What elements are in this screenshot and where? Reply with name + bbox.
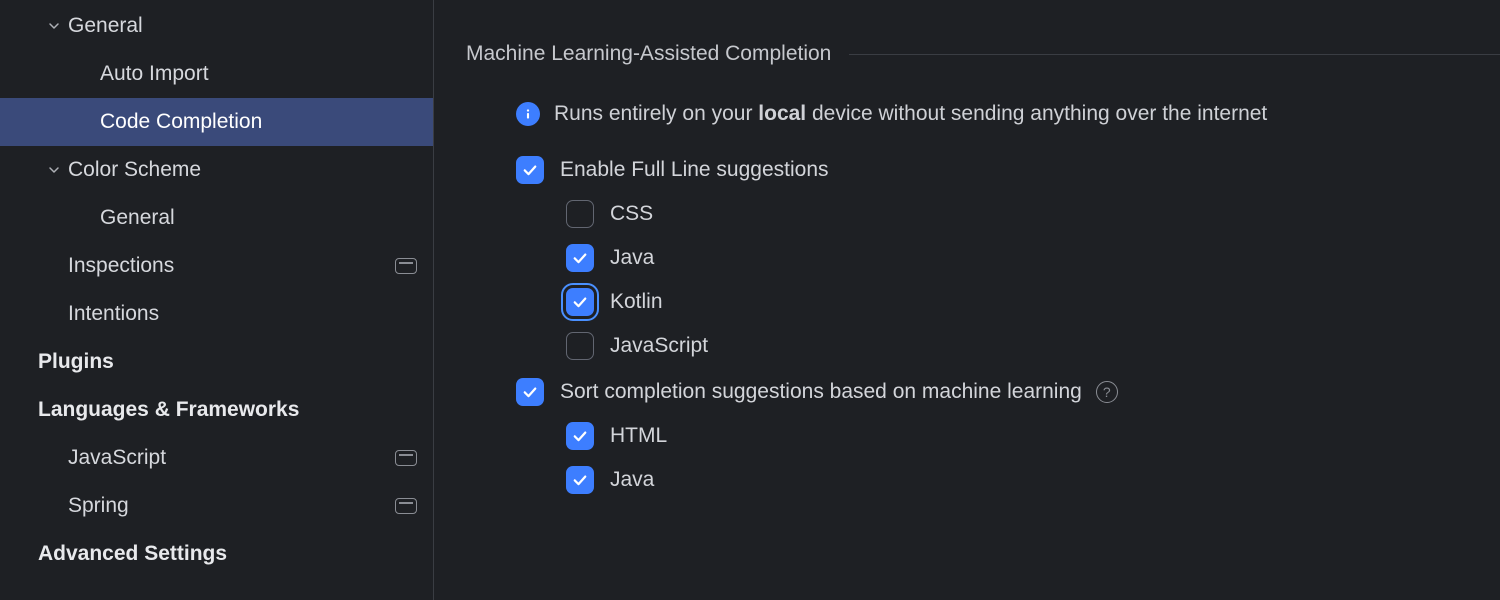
- sidebar-item-label: Auto Import: [100, 62, 417, 86]
- info-row: Runs entirely on your local device witho…: [466, 102, 1500, 126]
- enable-full-line-label: Enable Full Line suggestions: [560, 158, 829, 182]
- full-line-lang-row-javascript[interactable]: JavaScript: [466, 332, 1500, 360]
- sidebar-item-label: Languages & Frameworks: [38, 398, 417, 422]
- full-line-lang-label: Kotlin: [610, 290, 663, 314]
- sidebar-item-label: Code Completion: [100, 110, 417, 134]
- info-icon: [516, 102, 540, 126]
- sort-lang-row-html[interactable]: HTML: [466, 422, 1500, 450]
- full-line-lang-checkbox-java[interactable]: [566, 244, 594, 272]
- sort-ml-row[interactable]: Sort completion suggestions based on mac…: [466, 378, 1500, 406]
- sidebar-item-label: Plugins: [38, 350, 417, 374]
- chevron-down-icon[interactable]: [44, 18, 64, 34]
- sidebar-item-code-completion[interactable]: Code Completion: [0, 98, 433, 146]
- section-header: Machine Learning-Assisted Completion: [466, 42, 1500, 66]
- help-icon[interactable]: ?: [1096, 381, 1118, 403]
- full-line-lang-row-css[interactable]: CSS: [466, 200, 1500, 228]
- sort-lang-checkbox-html[interactable]: [566, 422, 594, 450]
- full-line-lang-row-kotlin[interactable]: Kotlin: [466, 288, 1500, 316]
- settings-sidebar: General Auto Import Code Completion Color S…: [0, 0, 434, 600]
- scope-badge-icon: [395, 498, 417, 514]
- scope-badge-icon: [395, 258, 417, 274]
- info-text-post: device without sending anything over the…: [806, 102, 1267, 125]
- enable-full-line-checkbox[interactable]: [516, 156, 544, 184]
- sidebar-item-intentions[interactable]: Intentions: [0, 290, 433, 338]
- section-title: Machine Learning-Assisted Completion: [466, 42, 831, 66]
- sidebar-item-general[interactable]: General: [0, 194, 433, 242]
- sidebar-item-label: Color Scheme: [68, 158, 417, 182]
- sidebar-item-general[interactable]: General: [0, 2, 433, 50]
- enable-full-line-row[interactable]: Enable Full Line suggestions: [466, 156, 1500, 184]
- sort-lang-label: HTML: [610, 424, 667, 448]
- full-line-lang-row-java[interactable]: Java: [466, 244, 1500, 272]
- sidebar-item-label: General: [68, 14, 417, 38]
- sidebar-item-inspections[interactable]: Inspections: [0, 242, 433, 290]
- full-line-lang-label: Java: [610, 246, 654, 270]
- sort-lang-label: Java: [610, 468, 654, 492]
- full-line-lang-checkbox-javascript[interactable]: [566, 332, 594, 360]
- sidebar-item-label: JavaScript: [68, 446, 395, 470]
- sort-ml-label: Sort completion suggestions based on mac…: [560, 380, 1082, 404]
- full-line-lang-label: CSS: [610, 202, 653, 226]
- full-line-lang-checkbox-kotlin[interactable]: [566, 288, 594, 316]
- sidebar-item-label: General: [100, 206, 417, 230]
- sidebar-item-label: Advanced Settings: [38, 542, 417, 566]
- sidebar-item-javascript[interactable]: JavaScript: [0, 434, 433, 482]
- full-line-lang-label: JavaScript: [610, 334, 708, 358]
- sidebar-item-label: Inspections: [68, 254, 395, 278]
- scope-badge-icon: [395, 450, 417, 466]
- sidebar-item-label: Spring: [68, 494, 395, 518]
- sidebar-item-auto-import[interactable]: Auto Import: [0, 50, 433, 98]
- sidebar-item-plugins[interactable]: Plugins: [0, 338, 433, 386]
- sort-ml-checkbox[interactable]: [516, 378, 544, 406]
- info-text-bold: local: [758, 102, 806, 125]
- sidebar-item-label: Intentions: [68, 302, 417, 326]
- info-text-pre: Runs entirely on your: [554, 102, 758, 125]
- sidebar-item-color-scheme[interactable]: Color Scheme: [0, 146, 433, 194]
- settings-main-panel: Machine Learning-Assisted Completion Run…: [434, 0, 1500, 600]
- sidebar-item-languages-frameworks[interactable]: Languages & Frameworks: [0, 386, 433, 434]
- info-text: Runs entirely on your local device witho…: [554, 102, 1267, 126]
- sort-lang-row-java[interactable]: Java: [466, 466, 1500, 494]
- sidebar-item-spring[interactable]: Spring: [0, 482, 433, 530]
- chevron-down-icon[interactable]: [44, 162, 64, 178]
- full-line-lang-checkbox-css[interactable]: [566, 200, 594, 228]
- sidebar-item-advanced-settings[interactable]: Advanced Settings: [0, 530, 433, 578]
- sort-lang-checkbox-java[interactable]: [566, 466, 594, 494]
- divider: [849, 54, 1500, 55]
